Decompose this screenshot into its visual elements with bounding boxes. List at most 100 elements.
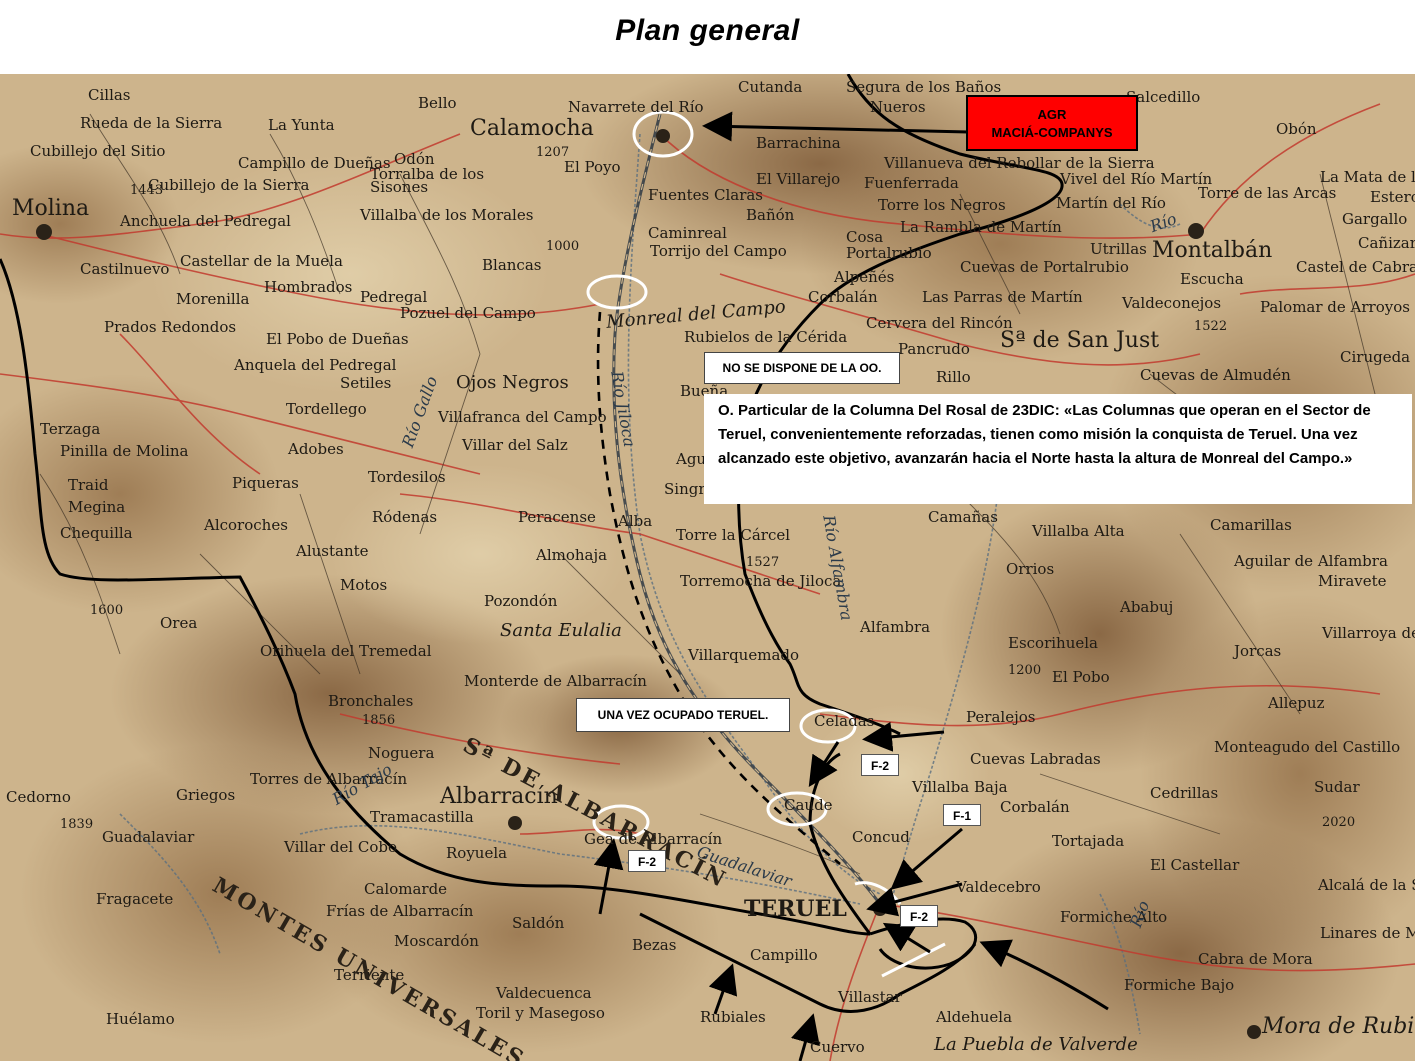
place-monteagudo: Monteagudo del Castillo — [1214, 738, 1401, 756]
place-frias: Frías de Albarracín — [326, 902, 474, 920]
place-mora: Mora de Rubielos — [1262, 1014, 1415, 1039]
place-pobo-duenas: El Pobo de Dueñas — [266, 330, 409, 348]
place-barrachina: Barrachina — [756, 134, 841, 152]
place-griegos: Griegos — [176, 786, 236, 804]
place-rueda: Rueda de la Sierra — [80, 114, 223, 132]
place-castel-cabra: Castel de Cabra — [1296, 258, 1415, 276]
elevation-1000: 1000 — [546, 239, 580, 254]
place-terzaga: Terzaga — [40, 420, 101, 438]
elevation-2020: 2020 — [1322, 815, 1356, 830]
arrow-label-f2-teruel: F-2 — [900, 905, 938, 927]
elevation-1443: 1443 — [130, 183, 164, 198]
place-bello: Bello — [418, 94, 457, 112]
place-villar-cobo: Villar del Cobo — [284, 838, 398, 856]
place-celadas: Celadas — [814, 712, 875, 730]
place-aguilar: Aguilar de Alfambra — [1234, 552, 1388, 570]
place-villastar: Villastar — [838, 988, 902, 1006]
place-tordesilos: Tordesilos — [368, 468, 446, 486]
place-morenilla: Morenilla — [176, 290, 250, 308]
place-corbalan-n: Corbalán — [808, 288, 878, 306]
agr-label-line1: AGR — [1037, 107, 1067, 122]
place-campillo: Campillo — [750, 946, 818, 964]
place-utrillas: Utrillas — [1090, 240, 1147, 258]
no-dispone-box: NO SE DISPONE DE LA OO. — [704, 352, 900, 384]
place-nueros: Nueros — [870, 98, 926, 116]
place-linares: Linares de Mora — [1320, 924, 1415, 942]
place-moscardon: Moscardón — [394, 932, 479, 950]
place-sudar: Sudar — [1314, 778, 1360, 796]
place-allepuz: Allepuz — [1268, 694, 1325, 712]
place-camanas: Camañas — [928, 508, 998, 526]
place-escorihuela: Escorihuela — [1008, 634, 1098, 652]
place-las-parras: Las Parras de Martín — [922, 288, 1083, 306]
place-torre-arcas: Torre de las Arcas — [1198, 184, 1337, 202]
place-fuentes-claras: Fuentes Claras — [648, 186, 764, 204]
place-vivel: Vivel del Río Martín — [1060, 170, 1213, 188]
orden-particular-box: O. Particular de la Columna Del Rosal de… — [704, 394, 1412, 504]
elevation-1839: 1839 — [60, 817, 94, 832]
place-valdeconejos: Valdeconejos — [1122, 294, 1222, 312]
place-royuela: Royuela — [446, 844, 508, 862]
place-villanueva: Villanueva del Rebollar de la Sierra — [884, 154, 1155, 172]
place-tordellego: Tordellego — [286, 400, 367, 418]
place-calomarde: Calomarde — [364, 880, 448, 898]
place-fuenferrada: Fuenferrada — [864, 174, 959, 192]
place-peracense: Peracense — [518, 508, 596, 526]
place-miravete: Miravete — [1318, 572, 1387, 590]
place-castellar: Castellar de la Muela — [180, 252, 343, 270]
place-torremocha: Torremocha de Jiloca — [680, 572, 842, 590]
place-hombrados: Hombrados — [264, 278, 353, 296]
place-cillas: Cillas — [88, 86, 131, 104]
place-pancrudo: Pancrudo — [898, 340, 970, 358]
place-cuevas-labradas: Cuevas Labradas — [970, 750, 1101, 768]
place-pozondon: Pozondón — [484, 592, 558, 610]
place-prados: Prados Redondos — [104, 318, 237, 336]
place-canizar: Cañizar — [1358, 234, 1415, 252]
place-chequilla: Chequilla — [60, 524, 133, 542]
place-ababuj: Ababuj — [1120, 598, 1174, 616]
place-teruel: TERUEL — [744, 896, 847, 922]
arrow-label-f2-celadas: F-2 — [861, 754, 899, 776]
elevation-1200: 1200 — [1008, 663, 1042, 678]
place-rubiales: Rubiales — [700, 1008, 766, 1026]
place-alfambra: Alfambra — [860, 618, 931, 636]
place-motos: Motos — [340, 576, 388, 594]
place-cabra-mora: Cabra de Mora — [1198, 950, 1313, 968]
place-alustante: Alustante — [296, 542, 369, 560]
place-rodenas: Ródenas — [372, 508, 438, 526]
place-castilnuevo: Castilnuevo — [80, 260, 170, 278]
place-torrijo: Torrijo del Campo — [650, 242, 787, 260]
agr-macia-companys-box: AGR MACIÁ-COMPANYS — [966, 95, 1138, 151]
place-alpenes: Alpeñés — [834, 268, 895, 286]
place-el-villarejo: El Villarejo — [756, 170, 841, 188]
place-megina: Megina — [68, 498, 126, 516]
place-traid: Traid — [68, 476, 109, 494]
place-cubillejo-sitio: Cubillejo del Sitio — [30, 142, 166, 160]
place-torre-carcel: Torre la Cárcel — [676, 526, 791, 544]
place-villar-salz: Villar del Salz — [462, 436, 568, 454]
place-segura: Segura de los Baños — [846, 78, 1002, 96]
agr-label-line2: MACIÁ-COMPANYS — [991, 125, 1113, 140]
place-palomar: Palomar de Arroyos — [1260, 298, 1410, 316]
place-santa-eulalia: Santa Eulalia — [500, 620, 622, 641]
place-bezas: Bezas — [632, 936, 677, 954]
place-pozuel: Pozuel del Campo — [400, 304, 536, 322]
place-martin-rio: Martín del Río — [1056, 194, 1166, 212]
place-alba: Alba — [618, 512, 653, 530]
place-corbalan: Corbalán — [1000, 798, 1070, 816]
place-cervera: Cervera del Rincón — [866, 314, 1013, 332]
place-cuevas-almuden: Cuevas de Almudén — [1140, 366, 1291, 384]
place-rillo: Rillo — [936, 368, 971, 386]
page-title: Plan general — [615, 14, 800, 47]
place-piqueras: Piqueras — [232, 474, 299, 492]
place-villafranca: Villafranca del Campo — [438, 408, 607, 426]
place-bronchales: Bronchales — [328, 692, 414, 710]
place-noguera: Noguera — [368, 744, 435, 762]
place-pinilla: Pinilla de Molina — [60, 442, 189, 460]
elevation-1522: 1522 — [1194, 319, 1228, 334]
place-anchuela: Anchuela del Pedregal — [120, 212, 291, 230]
map-area: Calamocha Molina Montalbán Albarracín TE… — [0, 74, 1415, 1061]
place-fragacete: Fragacete — [96, 890, 174, 908]
arrow-label-f1: F-1 — [943, 804, 981, 826]
place-blancas: Blancas — [482, 256, 542, 274]
